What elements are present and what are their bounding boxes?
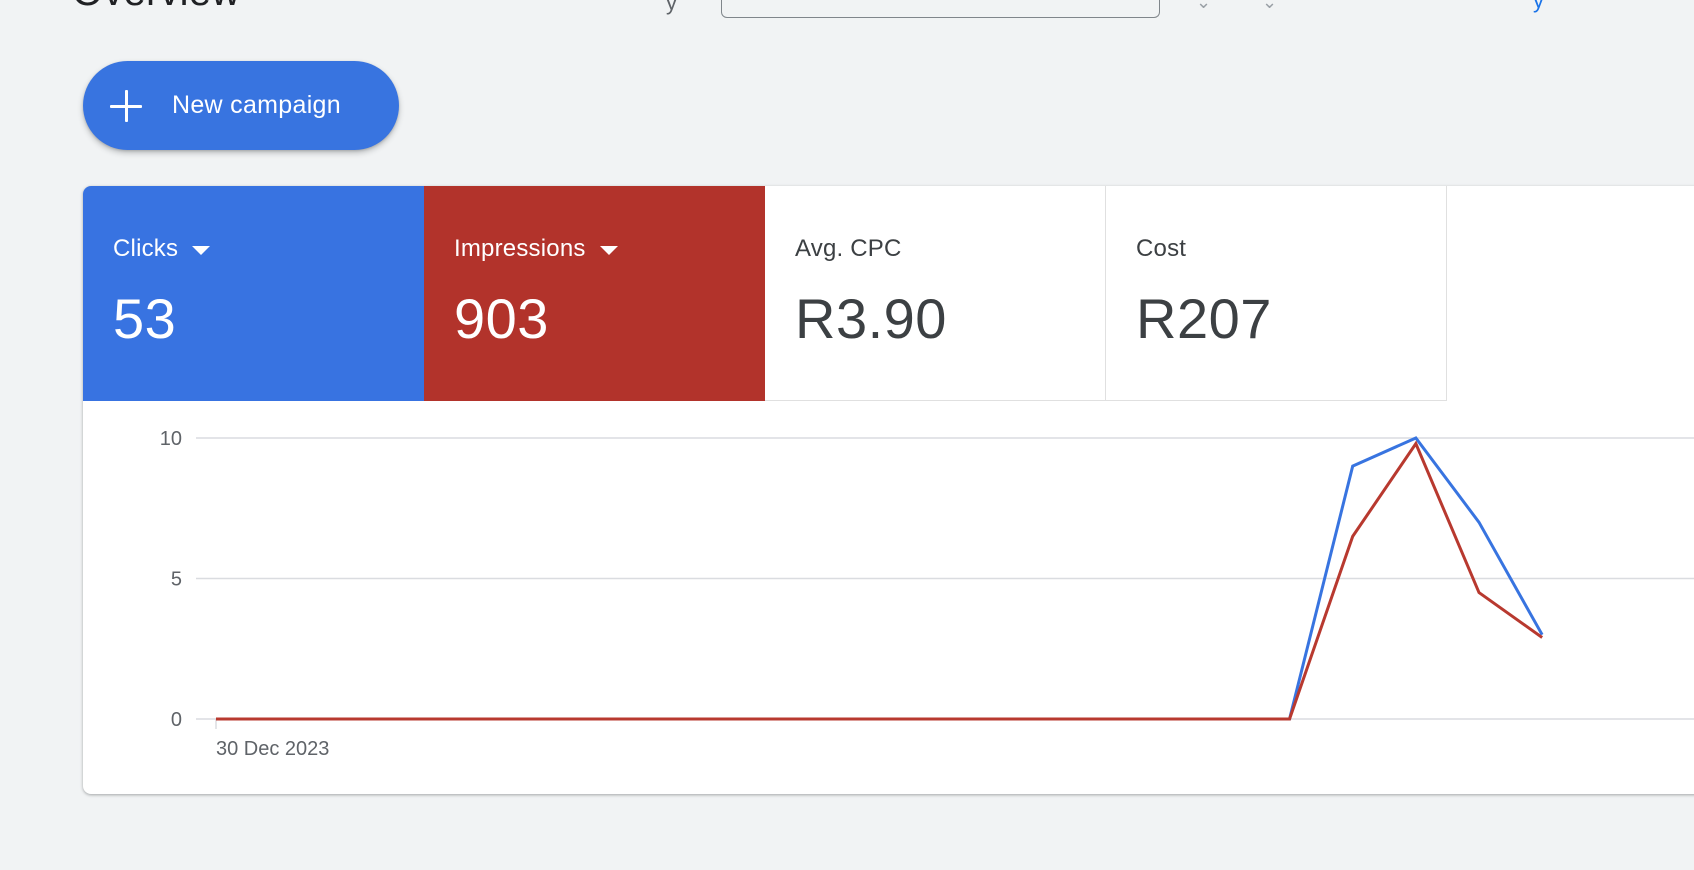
metric-label: Impressions (454, 235, 618, 263)
metric-value: R3.90 (795, 287, 947, 350)
metric-label: Cost (1136, 235, 1186, 263)
chevron-down-icon[interactable]: ⌄ (1262, 0, 1277, 13)
y-tick-label: 10 (160, 428, 182, 450)
metric-label: Clicks (113, 235, 211, 263)
page-title: Overview (72, 0, 240, 15)
caret-down-icon[interactable] (192, 245, 211, 255)
new-campaign-button[interactable]: New campaign (83, 61, 399, 150)
metric-label-text: Impressions (454, 235, 586, 262)
metric-value: R207 (1136, 287, 1272, 350)
metric-tab-avg-cpc[interactable]: Avg. CPC R3.90 (765, 186, 1106, 401)
metric-tabs: Clicks 53 Impressions 903 Avg. CPC R3.90… (83, 186, 1447, 401)
filter-select[interactable] (721, 0, 1160, 18)
performance-card: Clicks 53 Impressions 903 Avg. CPC R3.90… (83, 186, 1694, 794)
metric-tab-cost[interactable]: Cost R207 (1106, 186, 1447, 401)
metric-label: Avg. CPC (795, 235, 902, 263)
y-tick-label: 0 (171, 709, 182, 731)
new-campaign-label: New campaign (172, 91, 341, 119)
filter-label: y (666, 0, 677, 15)
chevron-down-icon[interactable]: ⌄ (1196, 0, 1211, 13)
metric-value: 903 (454, 287, 549, 350)
caret-down-icon[interactable] (599, 245, 618, 255)
performance-chart: 10 5 0 30 Dec 2023 (83, 401, 1694, 794)
metric-tab-clicks[interactable]: Clicks 53 (83, 186, 424, 401)
metric-tab-impressions[interactable]: Impressions 903 (424, 186, 765, 401)
series-line-2 (216, 440, 1544, 721)
metric-label-text: Avg. CPC (795, 235, 902, 262)
metric-value: 53 (113, 287, 177, 350)
header-link[interactable]: y (1533, 0, 1544, 14)
line-chart: 10 5 0 30 Dec 2023 (160, 428, 1694, 760)
metric-label-text: Cost (1136, 235, 1187, 262)
metric-label-text: Clicks (113, 235, 179, 262)
x-tick-label: 30 Dec 2023 (216, 738, 329, 760)
plus-icon (109, 89, 143, 123)
y-tick-label: 5 (171, 569, 182, 591)
